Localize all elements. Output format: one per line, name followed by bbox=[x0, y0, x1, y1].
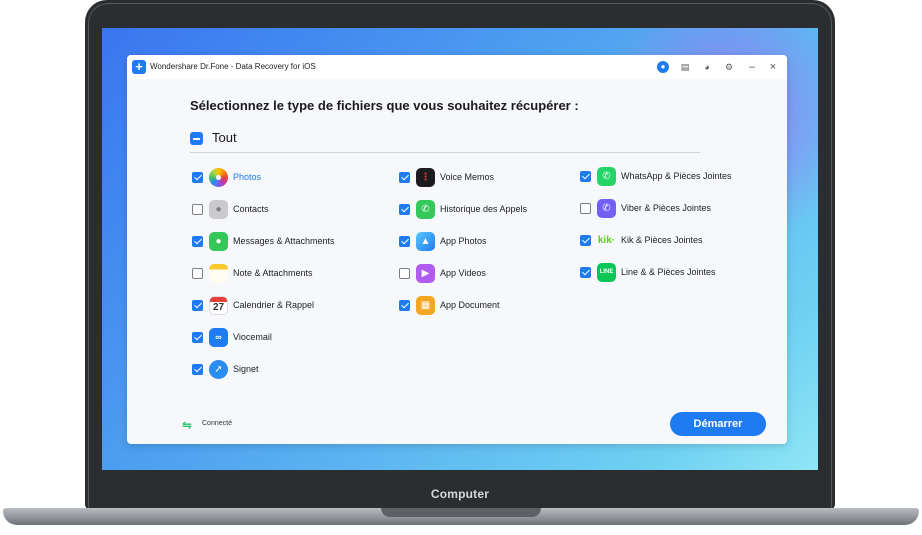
checkbox[interactable] bbox=[399, 300, 410, 311]
headset-icon[interactable]: ◕ bbox=[701, 61, 713, 73]
close-icon[interactable]: × bbox=[767, 61, 779, 73]
category-label: WhatsApp & Pièces Jointes bbox=[621, 171, 732, 181]
category-label: Note & Attachments bbox=[233, 268, 313, 278]
checkbox[interactable] bbox=[399, 204, 410, 215]
safari-icon: ➚ bbox=[209, 360, 228, 379]
contacts-icon: ● bbox=[209, 200, 228, 219]
checkbox[interactable] bbox=[192, 236, 203, 247]
window-title: Wondershare Dr.Fone - Data Recovery for … bbox=[150, 62, 316, 71]
checkbox[interactable] bbox=[399, 268, 410, 279]
user-icon[interactable]: ● bbox=[657, 61, 669, 73]
checkbox[interactable] bbox=[192, 204, 203, 215]
gear-icon[interactable]: ⚙ bbox=[723, 61, 735, 73]
checkbox[interactable] bbox=[192, 332, 203, 343]
drfone-logo-icon: + bbox=[132, 60, 146, 74]
whatsapp-icon: ✆ bbox=[597, 167, 616, 186]
checkbox[interactable] bbox=[192, 268, 203, 279]
notes-icon bbox=[209, 264, 228, 283]
title-bar: + Wondershare Dr.Fone - Data Recovery fo… bbox=[127, 55, 787, 79]
category-label: Voice Memos bbox=[440, 172, 495, 182]
checkbox[interactable] bbox=[580, 267, 591, 278]
checkbox[interactable] bbox=[580, 235, 591, 246]
category-label: Messages & Attachments bbox=[233, 236, 335, 246]
category-label: App Document bbox=[440, 300, 500, 310]
minimize-icon[interactable]: – bbox=[746, 61, 758, 73]
checkbox[interactable] bbox=[580, 203, 591, 214]
category-label: Line & & Pièces Jointes bbox=[621, 267, 716, 277]
photos-icon bbox=[209, 168, 228, 187]
category-label: Contacts bbox=[233, 204, 269, 214]
select-all-checkbox[interactable] bbox=[190, 132, 203, 145]
kik-icon: kik· bbox=[597, 235, 616, 246]
category-label: Viocemail bbox=[233, 332, 272, 342]
calendar-icon: 27 bbox=[209, 296, 228, 315]
category-label: Signet bbox=[233, 364, 259, 374]
app-document-icon: ▦ bbox=[416, 296, 435, 315]
page-title: Sélectionnez le type de fichiers que vou… bbox=[190, 98, 579, 113]
line-icon: LINE bbox=[597, 263, 616, 282]
feedback-icon[interactable]: ▤ bbox=[679, 61, 691, 73]
messages-icon: ● bbox=[209, 232, 228, 251]
checkbox[interactable] bbox=[399, 236, 410, 247]
divider bbox=[190, 152, 700, 153]
laptop-notch bbox=[381, 508, 541, 517]
link-icon: ⇋ bbox=[182, 418, 193, 432]
connection-status: Connecté bbox=[202, 420, 232, 427]
voice-memos-icon: ⋮ bbox=[416, 168, 435, 187]
category-label: Kik & Pièces Jointes bbox=[621, 235, 703, 245]
checkbox[interactable] bbox=[580, 171, 591, 182]
category-label: Photos bbox=[233, 172, 262, 182]
viber-icon: ✆ bbox=[597, 199, 616, 218]
checkbox[interactable] bbox=[192, 364, 203, 375]
device-label: Computer bbox=[430, 487, 490, 501]
app-videos-icon: ▶ bbox=[416, 264, 435, 283]
app-photos-icon: ▲ bbox=[416, 232, 435, 251]
start-button[interactable]: Démarrer bbox=[670, 412, 766, 436]
category-label: Viber & Pièces Jointes bbox=[621, 203, 711, 213]
app-window: + Wondershare Dr.Fone - Data Recovery fo… bbox=[127, 55, 787, 444]
category-label: App Videos bbox=[440, 268, 486, 278]
category-label: Calendrier & Rappel bbox=[233, 300, 315, 310]
checkbox[interactable] bbox=[399, 172, 410, 183]
phone-icon: ✆ bbox=[416, 200, 435, 219]
voicemail-icon: ∞ bbox=[209, 328, 228, 347]
category-label: Historique des Appels bbox=[440, 204, 528, 214]
checkbox[interactable] bbox=[192, 300, 203, 311]
checkbox[interactable] bbox=[192, 172, 203, 183]
category-label: App Photos bbox=[440, 236, 487, 246]
select-all-label[interactable]: Tout bbox=[212, 130, 237, 145]
